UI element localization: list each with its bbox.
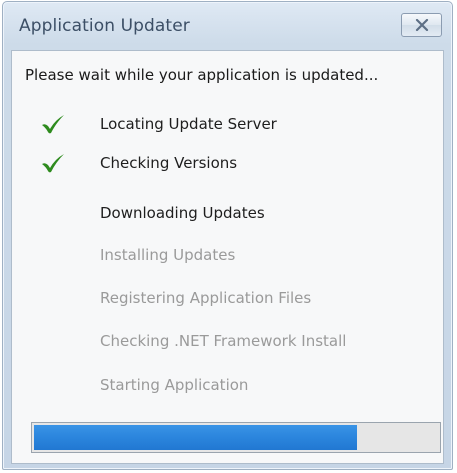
dialog-content: Please wait while your application is up… (11, 50, 444, 464)
progress-bar (31, 422, 441, 453)
checkmark-icon (42, 115, 64, 134)
step-starting-application: Starting Application (100, 376, 249, 394)
title-bar[interactable]: Application Updater (3, 2, 452, 48)
step-downloading-updates: Downloading Updates (100, 204, 265, 222)
step-registering-application-files: Registering Application Files (100, 289, 312, 307)
close-icon (415, 19, 428, 31)
step-checking-versions: Checking Versions (100, 154, 238, 172)
window-title: Application Updater (19, 16, 190, 36)
checkmark-icon (42, 154, 64, 173)
progress-bar-fill (34, 425, 358, 450)
close-button[interactable] (401, 13, 442, 37)
status-message: Please wait while your application is up… (25, 66, 379, 84)
step-locating-update-server: Locating Update Server (100, 115, 277, 133)
step-installing-updates: Installing Updates (100, 246, 236, 264)
application-updater-window: Application Updater Please wait while yo… (2, 1, 453, 470)
step-checking-net-framework-install: Checking .NET Framework Install (100, 332, 347, 350)
